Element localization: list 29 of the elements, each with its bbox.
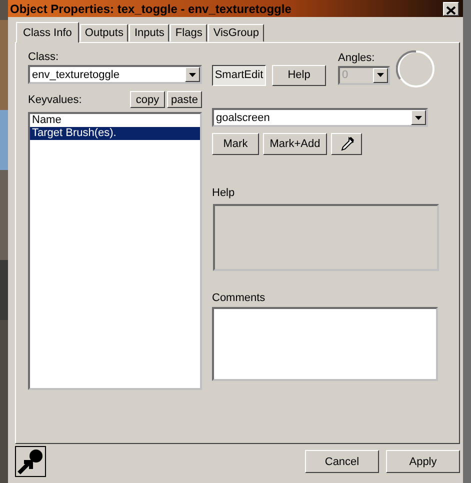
- window-title: Object Properties: tex_toggle - env_texturetoggle: [10, 2, 292, 16]
- keyvalues-button[interactable]: copy: [130, 91, 165, 108]
- value-dropdown[interactable]: goalscreen: [212, 108, 428, 127]
- angles-label: Angles:: [338, 52, 376, 64]
- tab[interactable]: Outputs: [80, 24, 128, 42]
- footer-button[interactable]: Cancel: [305, 450, 379, 473]
- smartedit-button[interactable]: SmartEdit: [212, 64, 266, 86]
- footer-button[interactable]: Apply: [386, 450, 460, 473]
- tab[interactable]: Inputs: [129, 24, 170, 42]
- keyvalues-label: Keyvalues:: [28, 94, 82, 106]
- pointer-icon[interactable]: [15, 446, 46, 477]
- class-dropdown[interactable]: env_texturetoggle: [28, 65, 202, 84]
- tab[interactable]: Class Info: [16, 22, 79, 43]
- eyedropper-button[interactable]: [331, 133, 362, 155]
- help-label: Help: [212, 187, 236, 199]
- comments-field[interactable]: [212, 307, 438, 381]
- tab[interactable]: VisGroup: [208, 24, 264, 42]
- help-button[interactable]: Help: [272, 64, 326, 86]
- class-label: Class:: [28, 51, 60, 63]
- comments-label: Comments: [212, 292, 266, 304]
- close-icon[interactable]: [443, 2, 459, 16]
- angle-dial-icon[interactable]: [396, 49, 436, 89]
- list-item[interactable]: Target Brush(es).: [30, 127, 200, 140]
- mark-button[interactable]: Mark: [212, 133, 259, 155]
- keyvalues-button[interactable]: paste: [167, 91, 202, 108]
- mark-button[interactable]: Mark+Add: [263, 133, 327, 155]
- eyedropper-icon: [338, 136, 354, 152]
- tab[interactable]: Flags: [170, 24, 208, 42]
- list-item[interactable]: Name: [30, 114, 200, 127]
